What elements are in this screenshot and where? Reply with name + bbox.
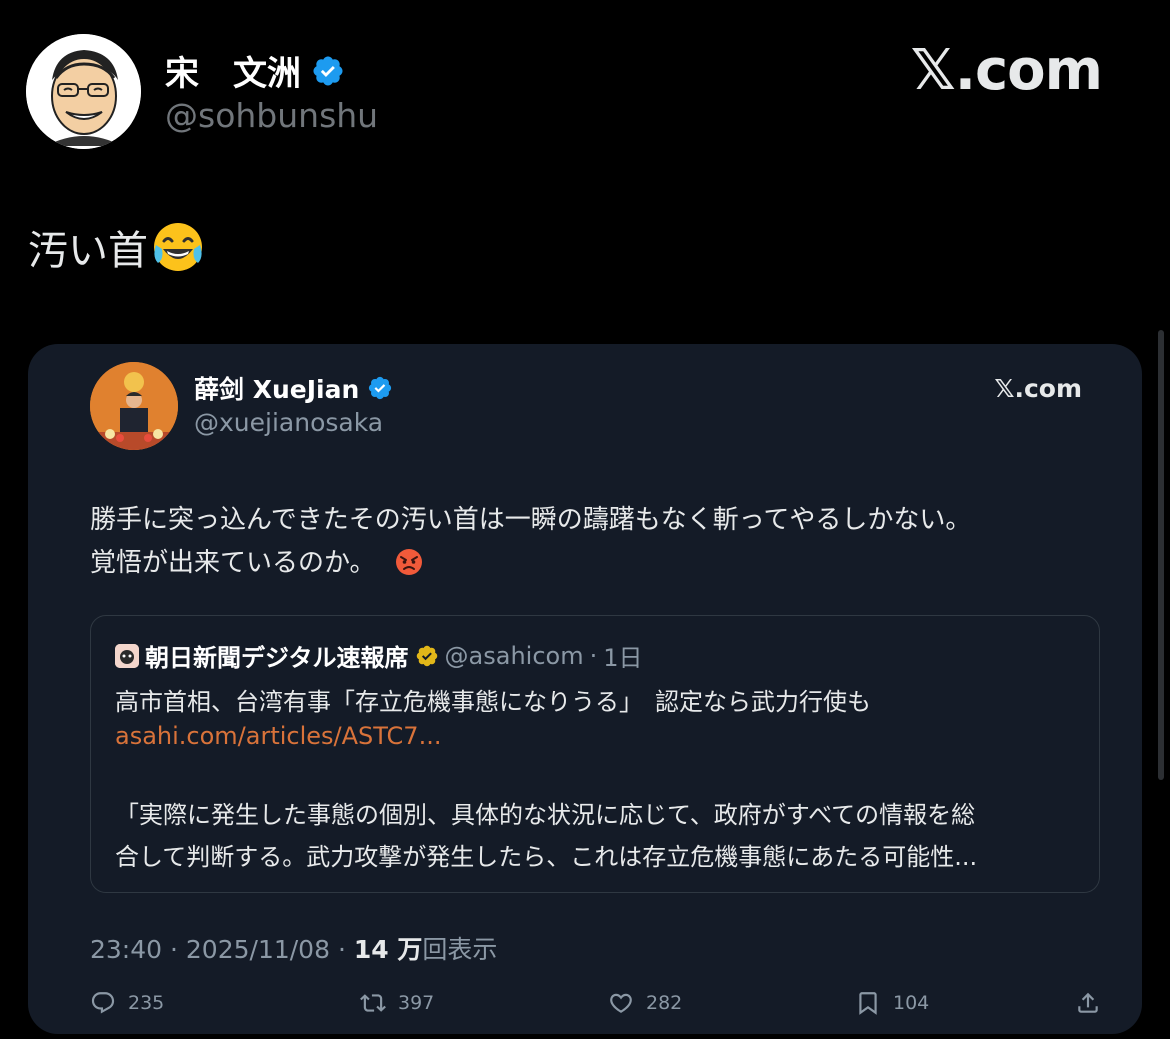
nested-quote-line-1: 「実際に発生した事態の個別、具体的な状況に応じて、政府がすべての情報を総 xyxy=(115,801,976,829)
quoted-display-name-text: 薛剑 XueJian xyxy=(194,375,360,404)
meta-separator: · xyxy=(170,935,186,964)
post-meta: 23:40 · 2025/11/08 · 14 万回表示 xyxy=(90,930,497,966)
nested-timestamp: 1日 xyxy=(603,644,643,672)
post-text-content: 汚い首 xyxy=(28,228,148,274)
like-count: 282 xyxy=(646,992,683,1014)
verified-badge-icon xyxy=(313,55,343,86)
scrollbar[interactable] xyxy=(1158,330,1164,780)
bookmark-icon xyxy=(859,992,877,1015)
repost-button[interactable]: 397 xyxy=(360,990,434,1016)
x-logo: 𝕏.com xyxy=(994,374,1082,403)
nested-user-handle[interactable]: @asahicom xyxy=(445,642,584,670)
action-bar: 235 397 282 104 xyxy=(90,990,1102,1022)
like-button[interactable]: 282 xyxy=(608,990,682,1016)
quoted-post-line-2-text: 覚悟が出来ているのか。 xyxy=(90,548,376,578)
quoted-post-line-2: 覚悟が出来ているのか。 xyxy=(90,542,1090,585)
share-icon xyxy=(1078,992,1098,1013)
angry-face-icon xyxy=(395,549,422,575)
x-logo: 𝕏.com xyxy=(910,38,1103,103)
nested-header: 朝日新聞デジタル速報席 @asahicom · 1日 xyxy=(115,638,643,673)
bookmark-count: 104 xyxy=(893,992,930,1014)
nested-title: 高市首相、台湾有事「存立危機事態になりうる」 認定なら武力行使も xyxy=(115,688,871,716)
reply-button[interactable]: 235 xyxy=(90,990,164,1016)
nested-quote-text: 「実際に発生した事態の個別、具体的な状況に応じて、政府がすべての情報を総 合して… xyxy=(115,794,1085,878)
quoted-post-text: 勝手に突っ込んできたその汚い首は一瞬の躊躇もなく斬ってやるしかない。 覚悟が出来… xyxy=(90,499,1090,585)
face-with-tears-of-joy-icon xyxy=(154,223,202,271)
nested-separator: · xyxy=(589,641,598,670)
post-time: 23:40 xyxy=(90,935,163,964)
repost-count: 397 xyxy=(398,992,435,1014)
nested-quote-line-2: 合して判断する。武力攻撃が発生したら、これは存立危機事態にあたる可能性... xyxy=(115,843,978,871)
reply-count: 235 xyxy=(128,992,165,1014)
gold-verified-badge-icon xyxy=(416,645,437,666)
quoted-display-name[interactable]: 薛剑 XueJian xyxy=(194,370,393,406)
reply-icon xyxy=(91,992,115,1014)
quoted-user-handle[interactable]: @xuejianosaka xyxy=(194,408,383,437)
nested-article-link[interactable]: asahi.com/articles/ASTC7... xyxy=(115,722,441,750)
post-date: 2025/11/08 xyxy=(185,935,330,964)
display-name[interactable]: 宋 文洲 xyxy=(165,46,345,95)
avatar[interactable] xyxy=(26,34,141,149)
meta-separator: · xyxy=(337,935,354,964)
quoted-avatar[interactable] xyxy=(90,362,178,450)
view-label: 回表示 xyxy=(422,935,498,964)
share-button[interactable] xyxy=(1075,990,1101,1016)
post-text: 汚い首 xyxy=(28,218,206,276)
view-count: 14 万 xyxy=(353,935,423,964)
nested-display-name[interactable]: 朝日新聞デジタル速報席 xyxy=(145,638,409,673)
user-handle[interactable]: @sohbunshu xyxy=(165,96,378,135)
bookmark-button[interactable]: 104 xyxy=(855,990,929,1016)
repost-icon xyxy=(360,994,386,1012)
screenshot: 宋 文洲 @sohbunshu 𝕏.com 汚い首 薛剑 XueJian @xu… xyxy=(0,0,1170,1039)
asahi-logo-icon xyxy=(115,643,139,668)
heart-icon xyxy=(610,993,632,1013)
quoted-post-card[interactable]: 薛剑 XueJian @xuejianosaka 𝕏.com 勝手に突っ込んでき… xyxy=(28,344,1142,1034)
quoted-post-line-1: 勝手に突っ込んできたその汚い首は一瞬の躊躇もなく斬ってやるしかない。 xyxy=(90,505,972,535)
display-name-text: 宋 文洲 xyxy=(165,54,301,94)
nested-quoted-post[interactable]: 朝日新聞デジタル速報席 @asahicom · 1日 高市首相、台湾有事「存立危… xyxy=(90,615,1100,893)
verified-badge-icon xyxy=(369,376,392,400)
